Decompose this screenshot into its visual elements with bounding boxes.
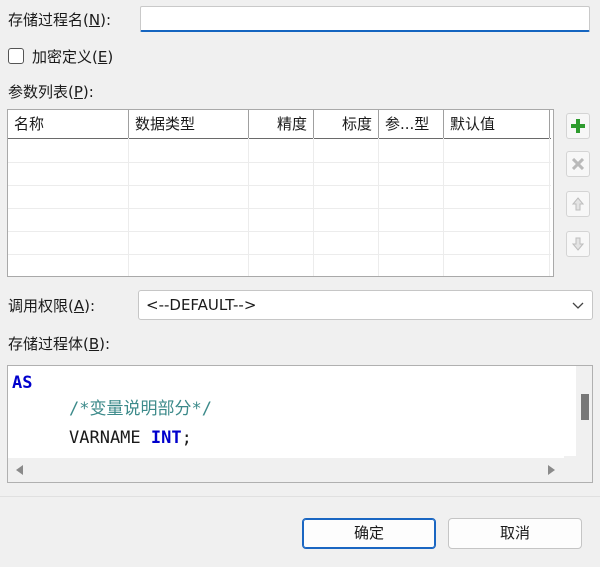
procedure-body-editor[interactable]: AS /*变量说明部分*/ VARNAME INT; <box>7 365 593 483</box>
procedure-name-label: 存储过程名(N): <box>8 11 111 29</box>
vertical-scroll-thumb[interactable] <box>581 394 589 420</box>
code-line-declaration: VARNAME INT; <box>69 428 192 448</box>
table-gridline <box>8 208 551 209</box>
invoke-permission-value: <--DEFAULT--> <box>146 296 257 314</box>
column-header-name[interactable]: 名称 <box>8 110 129 138</box>
table-gridline <box>8 162 551 163</box>
ok-button[interactable]: 确定 <box>302 518 436 549</box>
move-up-icon <box>572 197 584 211</box>
table-gridline <box>248 138 249 276</box>
encrypt-label[interactable]: 加密定义(E) <box>32 48 113 66</box>
parameter-table[interactable]: 名称 数据类型 精度 标度 参...型 默认值 <box>7 109 554 277</box>
scrollbar-corner <box>564 456 592 482</box>
column-header-param-type[interactable]: 参...型 <box>379 110 444 138</box>
column-header-precision[interactable]: 精度 <box>249 110 314 138</box>
procedure-body-label: 存储过程体(B): <box>8 335 111 353</box>
table-gridline <box>8 185 551 186</box>
code-line-as: AS <box>12 373 33 393</box>
footer-divider <box>0 496 600 497</box>
chevron-down-icon <box>572 302 584 309</box>
editor-vertical-scrollbar[interactable] <box>576 366 592 458</box>
move-down-icon <box>572 237 584 251</box>
procedure-name-input[interactable] <box>140 6 590 32</box>
table-gridline <box>8 231 551 232</box>
column-header-datatype[interactable]: 数据类型 <box>129 110 249 138</box>
table-gridline <box>378 138 379 276</box>
delete-parameter-button[interactable] <box>566 151 590 177</box>
add-parameter-button[interactable] <box>566 113 590 139</box>
parameter-list-label: 参数列表(P): <box>8 83 94 101</box>
invoke-permission-label: 调用权限(A): <box>8 297 96 315</box>
column-header-scale[interactable]: 标度 <box>314 110 379 138</box>
cancel-button[interactable]: 取消 <box>448 518 582 549</box>
delete-icon <box>572 158 584 170</box>
move-up-button[interactable] <box>566 191 590 217</box>
table-gridline <box>313 138 314 276</box>
table-gridline <box>8 254 551 255</box>
move-down-button[interactable] <box>566 231 590 257</box>
invoke-permission-select[interactable]: <--DEFAULT--> <box>138 290 593 320</box>
encrypt-checkbox[interactable] <box>8 48 24 64</box>
add-icon <box>571 119 585 133</box>
table-gridline <box>443 138 444 276</box>
editor-horizontal-scrollbar[interactable] <box>8 458 566 482</box>
table-gridline <box>128 138 129 276</box>
column-header-default[interactable]: 默认值 <box>444 110 550 138</box>
scroll-right-icon[interactable] <box>548 465 555 475</box>
scroll-left-icon[interactable] <box>16 465 23 475</box>
parameter-table-header: 名称 数据类型 精度 标度 参...型 默认值 <box>8 110 551 139</box>
code-line-comment: /*变量说明部分*/ <box>69 399 212 419</box>
table-gridline <box>549 138 550 276</box>
